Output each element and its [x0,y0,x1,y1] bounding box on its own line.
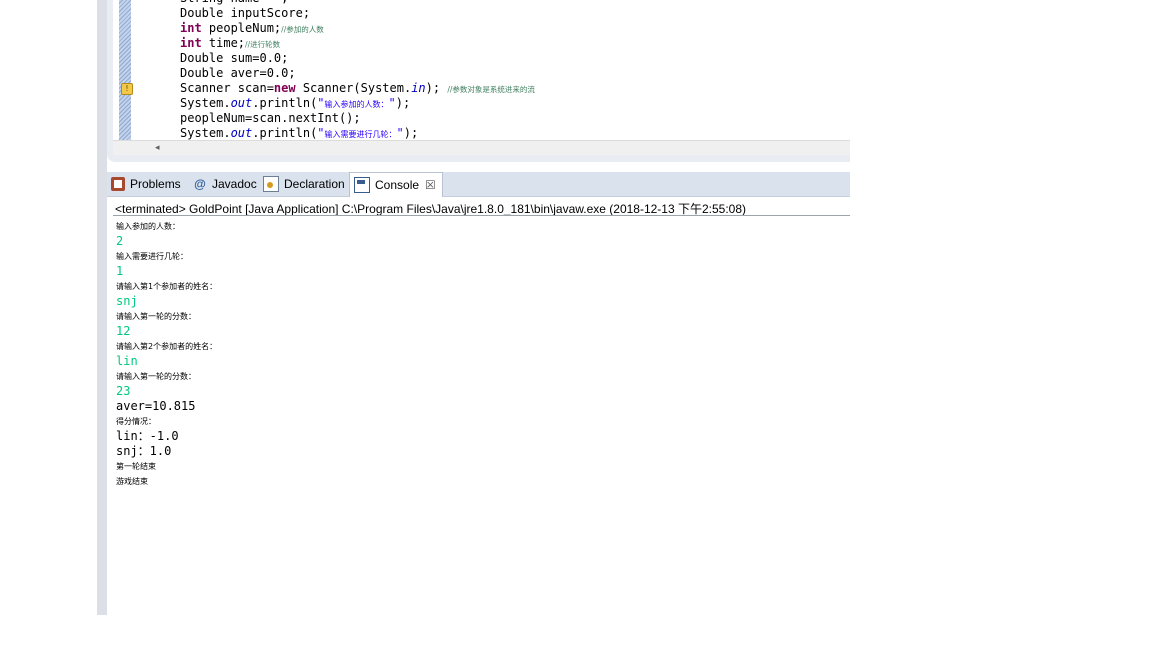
view-tab-bar: Problems @ Javadoc Declaration Console ☒ [107,172,850,197]
code-token: 输入需要进行几轮： [324,130,397,139]
code-token: new [273,81,296,95]
code-token: Double aver=0.0; [180,66,296,80]
problems-icon [111,177,125,191]
code-token: //参加的人数 [281,25,324,34]
code-line[interactable]: System.out.println("输入需要进行几轮："); [180,126,850,140]
console-output-line: 2 [116,234,124,248]
console-output-line: 12 [116,324,131,338]
code-token: System. [180,96,231,110]
status-divider [113,215,850,216]
code-token: String name=""; [180,0,288,5]
console-output-line: 请输入第1个参加者的姓名： [116,282,218,291]
tab-problems-label: Problems [130,177,181,191]
code-token: //进行轮数 [245,40,281,49]
tab-declaration[interactable]: Declaration [263,172,345,196]
console-output[interactable]: 输入参加的人数： 2 输入需要进行几轮： 1 请输入第1个参加者的姓名： snj 请输入第一… [116,219,836,489]
code-line[interactable]: Scanner scan=new Scanner(System.in); //参… [180,81,850,96]
console-output-line: 输入参加的人数： [116,222,180,231]
code-token: ); [425,81,448,95]
console-view: Problems @ Javadoc Declaration Console ☒… [107,172,850,615]
console-output-line: lin [116,354,138,368]
console-output-line: snj：1.0 [116,444,172,458]
console-output-line: 请输入第一轮的分数： [116,372,196,381]
close-tab-icon[interactable]: ☒ [425,178,436,192]
code-token: int [180,36,202,50]
tab-console[interactable]: Console ☒ [349,172,443,197]
code-line[interactable]: int time;//进行轮数 [180,36,850,51]
tab-problems[interactable]: Problems [111,172,181,196]
code-token: " [317,126,325,140]
console-output-line: 请输入第一轮的分数： [116,312,196,321]
console-output-line: 输入需要进行几轮： [116,252,188,261]
code-line[interactable]: int peopleNum;//参加的人数 [180,21,850,36]
console-output-line: 得分情况： [116,417,156,426]
editor-left-ruler [119,0,131,140]
code-token: peopleNum=scan.nextInt(); [180,111,361,125]
console-output-line: 请输入第2个参加者的姓名： [116,342,218,351]
code-editor[interactable]: ! String name="";Double inputScore;int p… [113,0,850,140]
code-line[interactable]: Double sum=0.0; [180,51,850,66]
console-output-line: aver=10.815 [116,399,196,413]
console-output-line: snj [116,294,138,308]
scroll-left-arrow-icon[interactable]: ◂ [155,141,160,155]
editor-horizontal-scrollbar[interactable]: ◂ [113,140,850,155]
code-token: time; [201,36,246,50]
console-output-line: 1 [116,264,124,278]
tab-console-label: Console [375,178,420,192]
code-token: .println( [252,96,318,110]
console-icon [354,177,370,193]
code-line[interactable]: Double inputScore; [180,6,850,21]
code-token: peopleNum; [201,21,282,35]
code-token: System. [180,126,231,140]
javadoc-icon: @ [194,177,206,191]
code-token: ); [403,126,419,140]
code-token: out [230,96,253,110]
tab-declaration-label: Declaration [284,177,345,191]
code-token: in [411,81,426,95]
code-token: " [388,96,396,110]
code-token: ); [395,96,411,110]
console-output-line: 23 [116,384,131,398]
code-token: Double sum=0.0; [180,51,289,65]
code-token: //参数对象是系统进来的流 [447,85,535,94]
code-line[interactable]: Double aver=0.0; [180,66,850,81]
code-area[interactable]: String name="";Double inputScore;int peo… [180,0,850,140]
code-line[interactable]: System.out.println("输入参加的人数："); [180,96,850,111]
code-token: out [230,126,253,140]
code-token: " [396,126,404,140]
declaration-icon [263,176,279,192]
code-token: .println( [252,126,318,140]
tab-javadoc-label: Javadoc [212,177,257,191]
code-token: Scanner scan= [180,81,274,95]
code-token: 输入参加的人数： [324,100,389,109]
left-window-rail [97,0,107,615]
code-token: " [317,96,325,110]
tab-javadoc[interactable]: @ Javadoc [193,172,257,196]
code-token: int [180,21,202,35]
code-token: Double inputScore; [180,6,311,20]
code-token: Scanner(System. [295,81,412,95]
warning-marker-icon[interactable]: ! [121,83,133,95]
console-output-line: 第一轮结束 [116,462,156,471]
console-output-line: 游戏结束 [116,477,148,486]
code-editor-panel: ! String name="";Double inputScore;int p… [107,0,850,162]
code-line[interactable]: peopleNum=scan.nextInt(); [180,111,850,126]
console-output-line: lin：-1.0 [116,429,179,443]
